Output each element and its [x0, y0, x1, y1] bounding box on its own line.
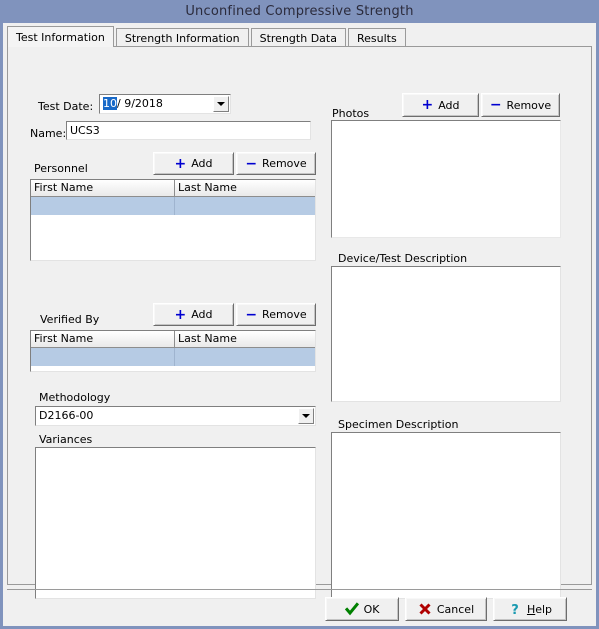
table-row[interactable] [31, 197, 315, 215]
name-label: Name: [30, 127, 67, 140]
plus-icon: + [174, 155, 187, 172]
name-input[interactable]: UCS3 [66, 121, 311, 140]
button-label: Add [191, 157, 213, 170]
cell-last-name [175, 348, 315, 366]
test-date-dropdown-button[interactable] [213, 96, 229, 112]
verified-by-label: Verified By [40, 313, 100, 326]
photos-label: Photos [332, 107, 370, 120]
button-label: Add [191, 308, 213, 321]
methodology-dropdown-button[interactable] [298, 408, 314, 424]
tab-results[interactable]: Results [347, 28, 406, 47]
cancel-button[interactable]: Cancel [405, 597, 487, 621]
question-mark-icon: ? [508, 602, 522, 618]
test-date-selected-segment: 10 [103, 97, 117, 110]
help-button-label: Help [527, 603, 552, 616]
table-row[interactable] [31, 348, 315, 366]
personnel-add-button[interactable]: + Add [153, 152, 234, 175]
minus-icon: − [489, 97, 502, 113]
tab-label: Strength Data [259, 32, 337, 45]
device-test-description-label: Device/Test Description [338, 252, 468, 265]
check-icon [344, 602, 359, 616]
variances-label: Variances [39, 433, 93, 446]
help-button-accel: H [526, 602, 536, 616]
minus-icon: − [245, 306, 258, 323]
dialog-footer: OK Cancel ? Help [7, 589, 592, 622]
tab-label: Test Information [16, 31, 105, 44]
specimen-description-textarea[interactable] [331, 432, 561, 599]
cell-first-name [31, 348, 175, 366]
tab-strength-information[interactable]: Strength Information [115, 28, 249, 47]
verified-by-grid-header: First Name Last Name [31, 331, 315, 348]
personnel-grid-header: First Name Last Name [31, 180, 315, 197]
personnel-grid[interactable]: First Name Last Name [30, 179, 316, 261]
test-date-label: Test Date: [38, 100, 94, 113]
tab-label: Results [356, 32, 397, 45]
title-bar: Unconfined Compressive Strength [0, 0, 599, 23]
cell-first-name [31, 197, 175, 215]
specimen-description-label: Specimen Description [338, 418, 459, 431]
column-header-last-name: Last Name [178, 181, 237, 194]
tab-label: Strength Information [124, 32, 240, 45]
minus-icon: − [245, 155, 258, 172]
button-label: Remove [262, 308, 307, 321]
tab-test-information[interactable]: Test Information [7, 26, 114, 47]
plus-icon: + [174, 306, 187, 323]
verified-by-add-button[interactable]: + Add [153, 303, 234, 326]
column-header-last-name: Last Name [178, 332, 237, 345]
column-header-first-name: First Name [31, 180, 175, 196]
help-button-rest: elp [535, 602, 553, 616]
cancel-button-label: Cancel [436, 602, 475, 616]
personnel-label: Personnel [34, 162, 88, 175]
verified-by-grid[interactable]: First Name Last Name [30, 330, 316, 372]
chevron-down-icon [217, 102, 225, 106]
test-date-remainder: / 9/2018 [117, 97, 163, 110]
ok-button-label: OK [363, 602, 380, 616]
photos-add-button[interactable]: + Add [402, 93, 479, 117]
methodology-label: Methodology [39, 391, 111, 404]
test-date-value: 10/ 9/2018 [103, 97, 163, 110]
tab-page-test-information: Test Date: 10/ 9/2018 Name: UCS3 Personn… [7, 46, 592, 599]
client-area: Test Information Strength Information St… [3, 23, 596, 626]
dialog-window: Unconfined Compressive Strength Test Inf… [0, 0, 599, 629]
svg-text:?: ? [511, 603, 519, 616]
column-header-first-name: First Name [31, 331, 175, 347]
window-title: Unconfined Compressive Strength [185, 4, 414, 19]
photos-list[interactable] [331, 120, 561, 238]
button-label: Remove [262, 157, 307, 170]
test-date-field[interactable]: 10/ 9/2018 [99, 94, 231, 114]
help-button[interactable]: ? Help [493, 597, 567, 621]
x-icon [418, 602, 432, 616]
methodology-select[interactable]: D2166-00 [35, 406, 316, 426]
variances-textarea[interactable] [35, 447, 316, 599]
tab-strength-data[interactable]: Strength Data [250, 28, 346, 47]
button-label: Add [438, 98, 460, 112]
plus-icon: + [421, 97, 434, 113]
ok-button[interactable]: OK [325, 597, 399, 621]
verified-by-remove-button[interactable]: − Remove [236, 303, 316, 326]
methodology-value: D2166-00 [39, 409, 94, 422]
cell-last-name [175, 197, 315, 215]
photos-remove-button[interactable]: − Remove [481, 93, 560, 117]
personnel-remove-button[interactable]: − Remove [236, 152, 316, 175]
tab-strip: Test Information Strength Information St… [7, 26, 592, 47]
device-test-description-textarea[interactable] [331, 266, 561, 402]
button-label: Remove [506, 98, 552, 112]
chevron-down-icon [302, 414, 310, 418]
